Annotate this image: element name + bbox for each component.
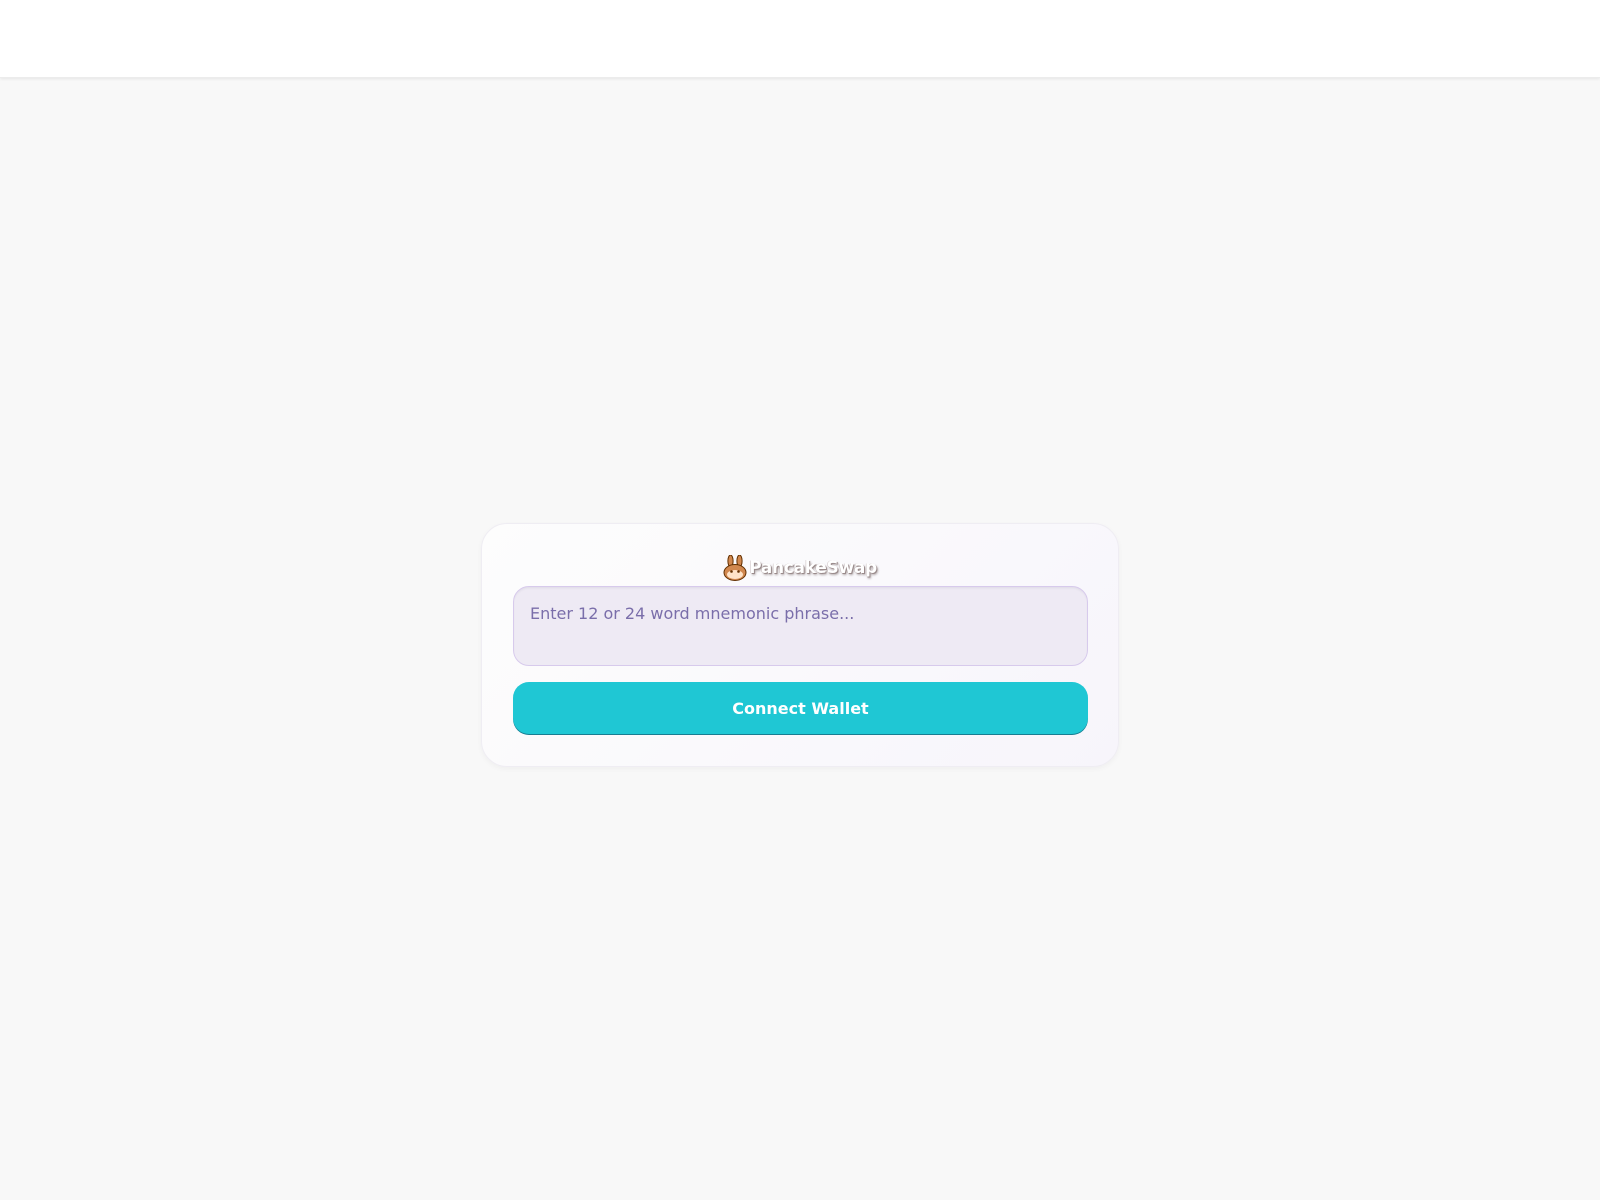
connect-wallet-button[interactable]: Connect Wallet: [513, 682, 1088, 735]
pancakeswap-logo: PancakeSwap: [482, 553, 1118, 583]
mnemonic-phrase-input[interactable]: [513, 586, 1088, 666]
bunny-icon: [723, 555, 747, 581]
top-navbar: [0, 0, 1600, 78]
logo-text: PancakeSwap: [749, 558, 877, 578]
connect-card: PancakeSwap Connect Wallet: [481, 523, 1119, 767]
